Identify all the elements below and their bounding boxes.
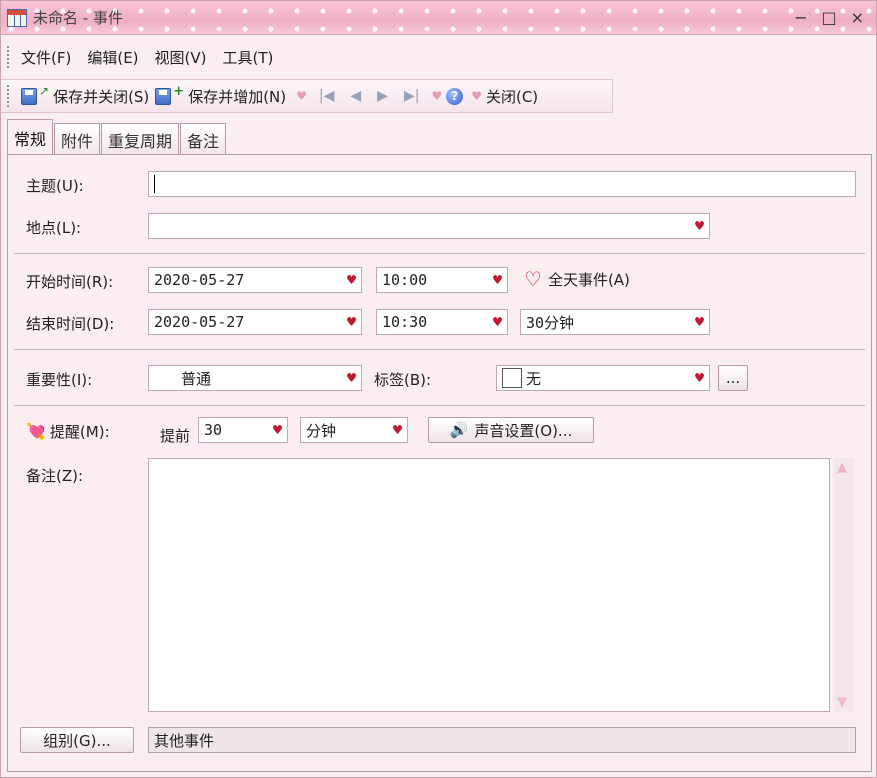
notes-scrollbar[interactable]: ▲ ▼: [834, 458, 854, 712]
window-title: 未命名 - 事件: [33, 9, 123, 27]
notes-textarea[interactable]: [148, 458, 830, 712]
close-button[interactable]: 关闭(C): [486, 86, 538, 107]
menu-tools[interactable]: 工具(T): [223, 47, 274, 68]
reminder-amount-value: 30: [204, 421, 223, 439]
divider: [14, 253, 865, 254]
notes-label: 备注(Z):: [26, 467, 84, 485]
separator-heart-icon: ♥: [431, 89, 443, 103]
heart-arrow-icon: 💘: [26, 422, 46, 441]
reminder-unit-select[interactable]: 分钟 ♥: [300, 417, 408, 443]
dropdown-heart-icon[interactable]: ♥: [347, 369, 356, 387]
divider: [14, 405, 865, 406]
tag-value: 无: [526, 369, 542, 388]
divider: [14, 349, 865, 350]
start-time-value: 10:00: [382, 271, 428, 289]
first-record-icon[interactable]: |◀: [319, 88, 334, 104]
dropdown-heart-icon[interactable]: ♥: [695, 369, 704, 387]
tag-more-button[interactable]: ...: [718, 365, 748, 391]
save-add-label: 保存并增加(N): [188, 87, 287, 106]
save-add-button[interactable]: + 保存并增加(N): [155, 83, 287, 107]
end-time-label: 结束时间(D):: [26, 315, 115, 333]
reminder-amount-select[interactable]: 30 ♥: [198, 417, 288, 443]
dropdown-heart-icon[interactable]: ♥: [695, 313, 704, 331]
duration-value: 30分钟: [526, 313, 575, 332]
scroll-down-icon[interactable]: ▼: [837, 695, 847, 710]
menu-view[interactable]: 视图(V): [155, 47, 207, 68]
tab-general[interactable]: 常规: [7, 119, 54, 155]
text-cursor: [154, 175, 155, 193]
arrow-up-icon: ↗: [39, 84, 50, 98]
speaker-icon: 🔊: [449, 421, 469, 439]
end-date-value: 2020-05-27: [154, 313, 245, 331]
minimize-button[interactable]: −: [794, 8, 807, 27]
group-button[interactable]: 组别(G)...: [20, 727, 134, 753]
duration-select[interactable]: 30分钟 ♥: [520, 309, 710, 335]
menu-grip-handle[interactable]: [7, 46, 11, 68]
start-time-picker[interactable]: 10:00 ♥: [376, 267, 508, 293]
location-label: 地点(L):: [26, 219, 82, 237]
maximize-button[interactable]: □: [821, 8, 836, 27]
help-icon[interactable]: ?: [446, 87, 464, 105]
save-close-button[interactable]: ↗ 保存并关闭(S): [21, 84, 150, 107]
event-window: 未命名 - 事件 − □ × 文件(F) 编辑(E) 视图(V) 工具(T) ↗…: [0, 0, 877, 778]
dropdown-heart-icon[interactable]: ♥: [393, 421, 402, 439]
toolbar: ↗ 保存并关闭(S) + 保存并增加(N) ♥ |◀ ◀ ▶ ▶| ♥ ? ♥ …: [1, 79, 613, 113]
start-date-value: 2020-05-27: [154, 271, 245, 289]
all-day-label: 全天事件(A): [547, 270, 630, 289]
tag-label: 标签(B):: [374, 371, 432, 389]
toolbar-grip-handle[interactable]: [7, 85, 11, 107]
dropdown-heart-icon[interactable]: ♥: [493, 313, 502, 331]
tab-recurrence[interactable]: 重复周期: [101, 123, 180, 155]
location-combobox[interactable]: ♥: [148, 213, 710, 239]
dropdown-heart-icon[interactable]: ♥: [493, 271, 502, 289]
reminder-before-label: 提前: [160, 427, 191, 445]
save-icon: [155, 87, 172, 105]
dropdown-heart-icon[interactable]: ♥: [273, 421, 282, 439]
all-day-checkbox[interactable]: ♡ 全天事件(A): [524, 267, 630, 291]
heart-checkbox-icon: ♡: [524, 267, 542, 291]
separator-heart-icon: ♥: [471, 89, 482, 103]
menu-bar: 文件(F) 编辑(E) 视图(V) 工具(T): [1, 39, 876, 75]
group-value: 其他事件: [148, 727, 856, 753]
sound-settings-label: 声音设置(O)...: [474, 421, 573, 440]
menu-edit[interactable]: 编辑(E): [87, 47, 138, 68]
title-bar: 未命名 - 事件 − □ ×: [1, 1, 876, 35]
last-record-icon[interactable]: ▶|: [404, 88, 419, 104]
importance-select[interactable]: 普通 ♥: [148, 365, 362, 391]
end-date-picker[interactable]: 2020-05-27 ♥: [148, 309, 362, 335]
general-panel: 主题(U): 地点(L): ♥ 开始时间(R): 2020-05-27 ♥ 10…: [7, 154, 872, 772]
save-icon: [21, 87, 37, 105]
end-time-value: 10:30: [382, 313, 428, 331]
tab-notes[interactable]: 备注: [180, 123, 227, 155]
sound-settings-button[interactable]: 🔊 声音设置(O)...: [428, 417, 594, 443]
reminder-label: 提醒(M):: [49, 423, 110, 441]
reminder-toggle[interactable]: 💘 提醒(M):: [26, 421, 110, 442]
tab-strip: 常规 附件 重复周期 备注: [7, 119, 227, 155]
plus-icon: +: [173, 83, 185, 99]
tag-select[interactable]: 无 ♥: [496, 365, 710, 391]
prev-record-icon[interactable]: ◀: [350, 88, 361, 104]
window-controls: − □ ×: [794, 8, 864, 27]
reminder-unit-value: 分钟: [306, 421, 337, 440]
dropdown-heart-icon[interactable]: ♥: [695, 217, 704, 235]
separator-heart-icon: ♥: [296, 89, 307, 103]
menu-file[interactable]: 文件(F): [21, 47, 71, 68]
tag-color-swatch: [502, 368, 522, 388]
close-label: 关闭(C): [485, 87, 539, 106]
dropdown-heart-icon[interactable]: ♥: [347, 271, 356, 289]
subject-input[interactable]: [148, 171, 856, 197]
close-window-button[interactable]: ×: [851, 8, 864, 27]
importance-label: 重要性(I):: [26, 371, 93, 389]
next-record-icon[interactable]: ▶: [377, 88, 388, 104]
end-time-picker[interactable]: 10:30 ♥: [376, 309, 508, 335]
importance-value: 普通: [181, 369, 212, 388]
calendar-app-icon: [7, 8, 27, 27]
subject-label: 主题(U):: [26, 177, 84, 195]
tab-attachments[interactable]: 附件: [54, 123, 101, 155]
save-close-label: 保存并关闭(S): [53, 87, 150, 106]
scroll-up-icon[interactable]: ▲: [837, 460, 847, 475]
start-date-picker[interactable]: 2020-05-27 ♥: [148, 267, 362, 293]
dropdown-heart-icon[interactable]: ♥: [347, 313, 356, 331]
start-time-label: 开始时间(R):: [26, 273, 114, 291]
